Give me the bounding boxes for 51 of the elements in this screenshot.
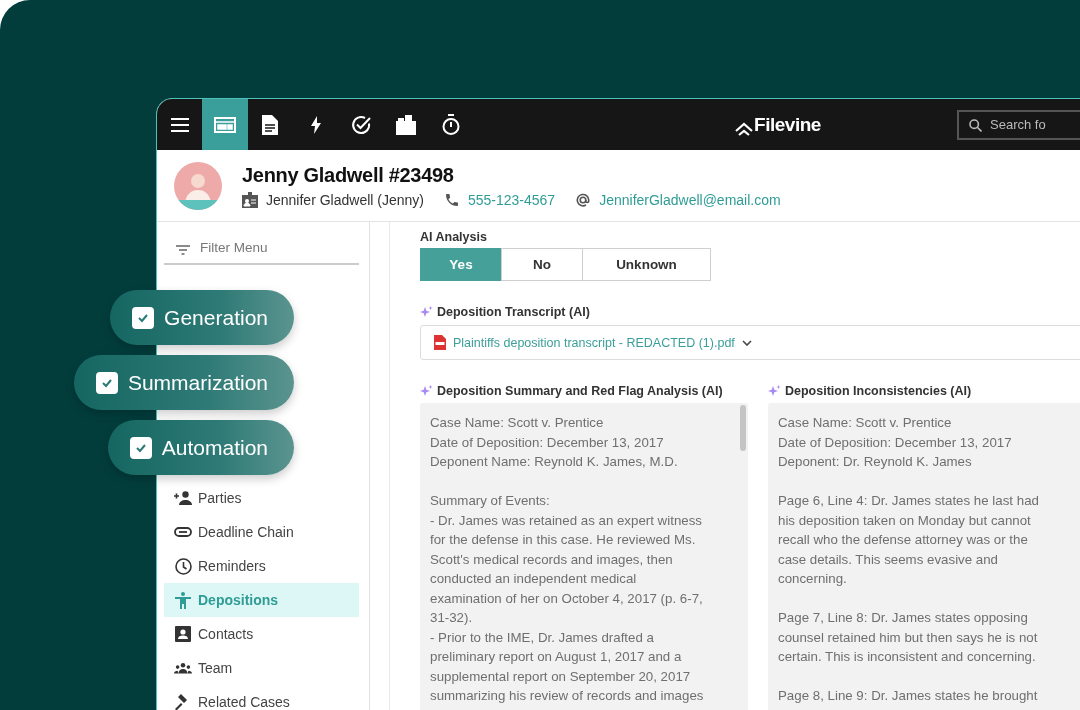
contact-card-icon: [175, 626, 191, 642]
stopwatch-icon: [442, 114, 461, 135]
full-name: Jennifer Gladwell (Jenny): [266, 191, 424, 208]
layout-icon: [213, 116, 236, 133]
sidebar-item[interactable]: Team: [164, 651, 359, 685]
pill-label: Summarization: [127, 370, 268, 395]
folders-icon: [396, 114, 417, 135]
check-circle-icon: [350, 114, 371, 135]
logo-text: Filevine: [754, 113, 821, 136]
phone-icon: [443, 191, 460, 208]
paragraph-text: Page 6, Line 4: Dr. James states he last had his deposition taken on Monday but cannot recall who the defense attorney was or the case details. This seems evasive and concerning.: [778, 492, 1040, 588]
pdf-file-icon: [434, 335, 446, 350]
field-label: Deposition Summary and Red Flag Analysis (AI): [437, 384, 723, 398]
avatar: [174, 161, 222, 210]
sparkle-icon: [420, 305, 433, 319]
paragraph-text: Page 8, Line 9: Dr. James states he brought: [778, 687, 1039, 705]
field-label: AI Analysis: [420, 230, 488, 244]
clock-icon: [174, 557, 192, 575]
link-icon: [174, 527, 192, 537]
field-label: Deposition Inconsistencies (AI): [785, 384, 972, 398]
segment-option[interactable]: No: [501, 248, 583, 281]
menu-icon: [170, 117, 189, 132]
id-badge-icon: [242, 191, 258, 208]
sidebar-item[interactable]: Contacts: [164, 617, 359, 651]
sidebar-item[interactable]: Deadline Chain: [164, 515, 359, 549]
contact-name: Jenny Gladwell #23498: [242, 163, 455, 187]
team-icon: [174, 662, 192, 674]
sidebar-item[interactable]: Related Cases: [164, 685, 359, 710]
at-sign-icon: [575, 191, 592, 208]
logo-chevron-icon: [734, 121, 755, 136]
paragraph-text: Case Name: Scott v. Prentice Date of Deposition: December 13, 2017 Deponent: Dr. Reynold K. James: [778, 414, 1013, 471]
text-area[interactable]: [420, 403, 748, 710]
sparkle-icon: [420, 384, 433, 398]
paragraph-text: Page 7, Line 8: Dr. James states opposing counsel retained him but then says he is not certain. This is inconsistent and concerning.: [778, 609, 1039, 666]
sidebar-item[interactable]: Reminders: [164, 549, 359, 583]
document-icon: [262, 114, 279, 135]
chevron-down-icon: [741, 339, 752, 346]
segment-option[interactable]: Unknown: [582, 248, 711, 281]
paragraph-text: Summary of Events: - Dr. James was retained as an expert witness for the defense in this case. He reviewed Ms. Scott's medical records and images, then conducted an independent medical examination of her on October 4, 2017 (p. 6-7, 31-32). - Prior to the IME, Dr. James drafted a preliminary report on August 1, 2017 and a supplemental report on September 20, 2017 summarizing his review of records and images: [430, 492, 705, 705]
pill-label: Automation: [161, 435, 268, 460]
sparkle-icon: [768, 384, 781, 398]
search-icon: [969, 118, 982, 132]
pill-label: Generation: [164, 305, 268, 330]
sidebar-item[interactable]: Parties: [164, 481, 359, 515]
add-person-icon: [174, 491, 192, 505]
bolt-icon: [310, 115, 321, 134]
paragraph-text: Case Name: Scott v. Prentice Date of Deposition: December 13, 2017 Deponent Name: Reynold K. James, M.D.: [430, 414, 679, 471]
standing-person-icon: [175, 591, 191, 609]
scrollbar-thumb[interactable]: [740, 405, 746, 451]
search-field[interactable]: Search fo: [957, 109, 1080, 140]
field-label: Deposition Transcript (AI): [437, 305, 590, 319]
